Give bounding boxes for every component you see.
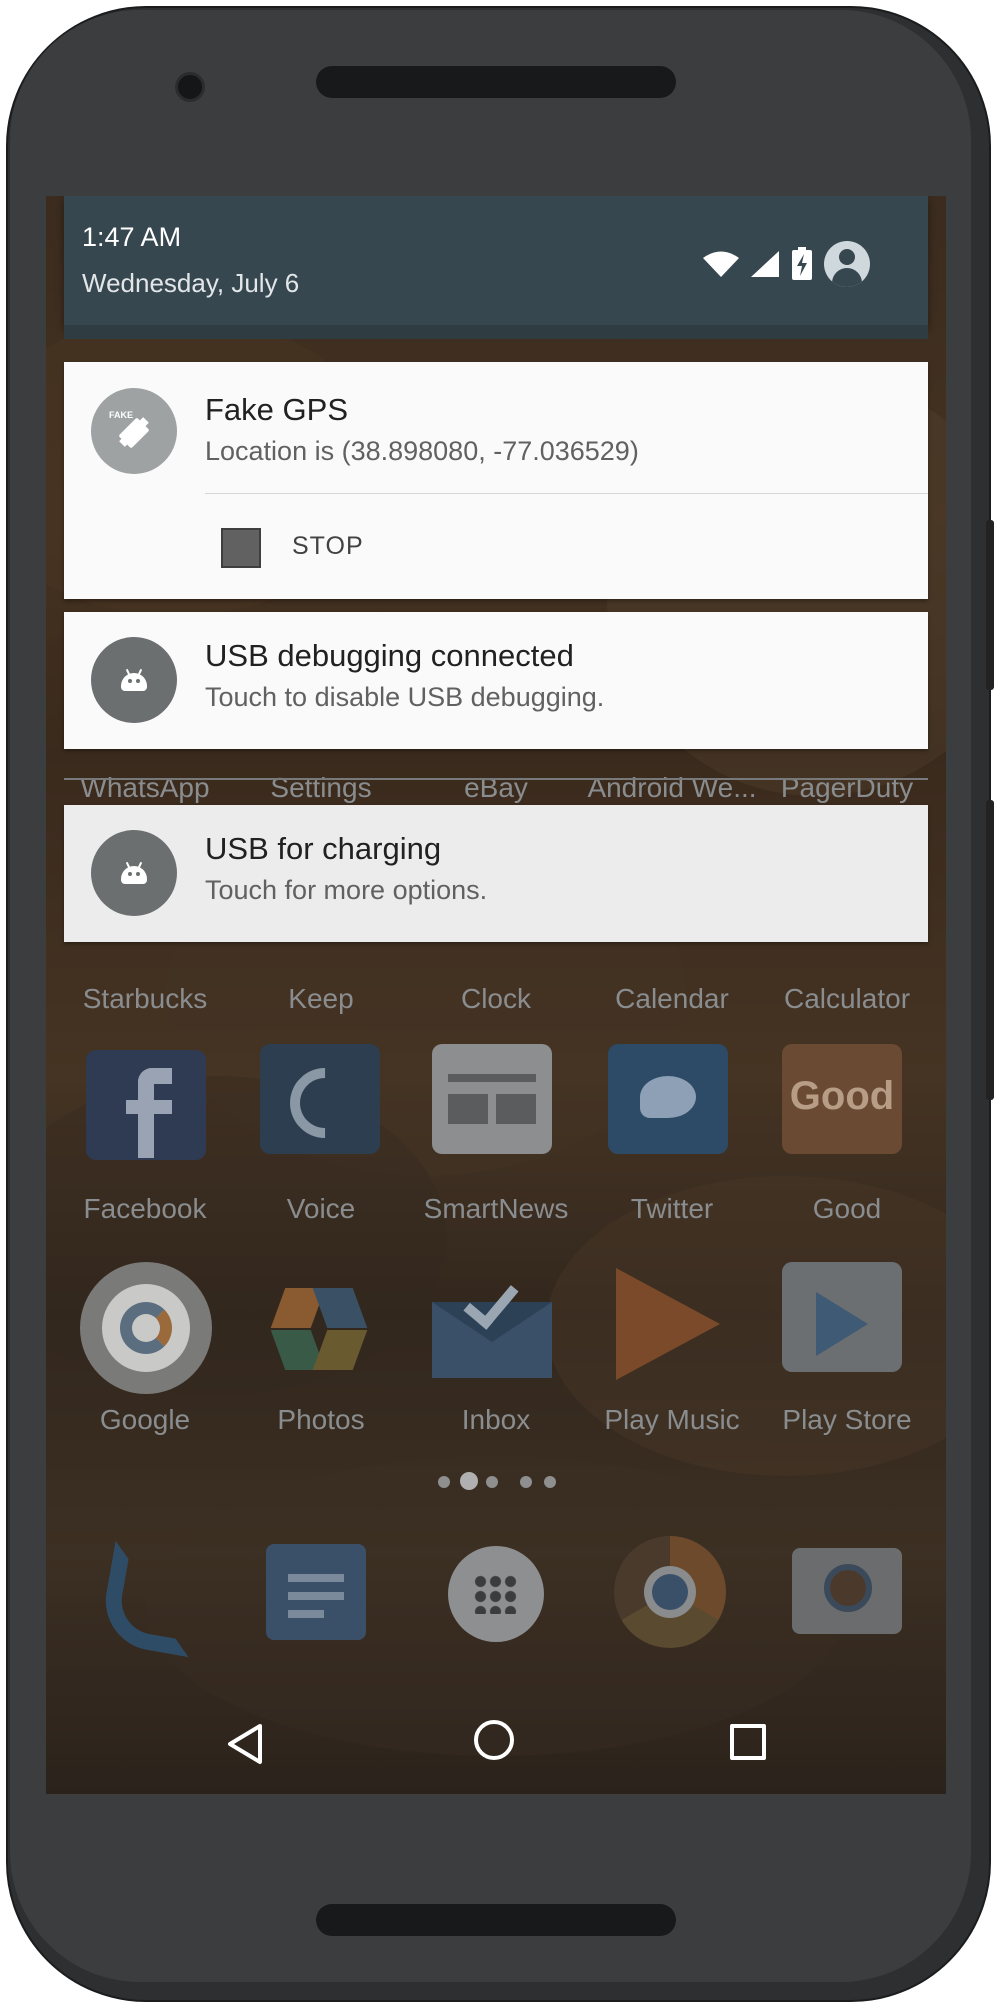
app-label[interactable]: Keep — [236, 983, 406, 1015]
app-label[interactable]: Play Store — [762, 1404, 932, 1436]
notification-text: Touch for more options. — [205, 875, 488, 905]
app-label[interactable]: SmartNews — [411, 1193, 581, 1225]
wifi-icon — [703, 251, 739, 277]
front-camera — [175, 72, 205, 102]
app-label[interactable]: Facebook — [60, 1193, 230, 1225]
notification-title: USB debugging connected — [205, 638, 574, 673]
app-label[interactable]: Android We... — [587, 772, 757, 804]
app-label[interactable]: WhatsApp — [60, 772, 230, 804]
page-dot — [438, 1476, 450, 1488]
signal-icon — [751, 251, 779, 277]
stop-icon — [221, 528, 261, 568]
clock-time: 1:47 AM — [82, 222, 182, 252]
status-icons — [702, 236, 870, 292]
app-label[interactable]: Photos — [236, 1404, 406, 1436]
battery-charging-icon — [792, 247, 812, 280]
recents-icon[interactable] — [730, 1724, 766, 1760]
page-dot — [486, 1476, 498, 1488]
smartnews-icon[interactable] — [432, 1044, 552, 1154]
page-dot-current — [460, 1472, 478, 1490]
app-drawer-icon[interactable] — [448, 1546, 544, 1642]
android-icon — [91, 830, 177, 916]
page-dot — [544, 1476, 556, 1488]
good-icon-text: Good — [789, 1074, 895, 1118]
google-icon[interactable] — [80, 1262, 212, 1394]
twitter-icon[interactable] — [608, 1044, 728, 1154]
camera-icon[interactable] — [792, 1548, 902, 1634]
play-store-icon[interactable] — [782, 1262, 902, 1372]
app-label[interactable]: Clock — [411, 983, 581, 1015]
notification-fake-gps[interactable]: FAKE Fake GPS Location is (38.898080, -7… — [64, 362, 928, 599]
power-button — [986, 520, 994, 690]
notification-text: Location is (38.898080, -77.036529) — [205, 436, 639, 466]
chrome-icon[interactable] — [614, 1536, 726, 1648]
home-icon[interactable] — [474, 1720, 514, 1760]
action-divider — [205, 493, 928, 494]
app-label[interactable]: PagerDuty — [762, 772, 932, 804]
app-label[interactable]: Voice — [236, 1193, 406, 1225]
app-label[interactable]: Settings — [236, 772, 406, 804]
app-label[interactable]: Starbucks — [60, 983, 230, 1015]
android-icon — [91, 637, 177, 723]
stop-action-button[interactable]: STOP — [214, 512, 394, 584]
app-label[interactable]: Twitter — [587, 1193, 757, 1225]
phone-icon[interactable] — [96, 1538, 207, 1658]
header-divider — [64, 325, 928, 339]
date-label[interactable]: Wednesday, July 6 — [82, 268, 299, 299]
top-speaker — [316, 66, 676, 98]
app-label[interactable]: Play Music — [587, 1404, 757, 1436]
notification-title: Fake GPS — [205, 392, 348, 427]
facebook-icon[interactable] — [86, 1050, 206, 1160]
row-divider — [64, 778, 928, 780]
bottom-speaker — [316, 1904, 676, 1936]
notification-text: Touch to disable USB debugging. — [205, 682, 605, 712]
app-label[interactable]: Inbox — [411, 1404, 581, 1436]
fake-badge: FAKE — [109, 410, 134, 420]
page-dot — [520, 1476, 532, 1488]
voice-icon[interactable] — [260, 1044, 380, 1154]
notification-title: USB for charging — [205, 831, 442, 866]
back-icon[interactable] — [224, 1722, 264, 1766]
notification-usb-charging[interactable]: USB for charging Touch for more options. — [64, 805, 928, 942]
play-music-icon[interactable] — [610, 1264, 730, 1380]
inbox-icon[interactable] — [432, 1262, 552, 1378]
app-label[interactable]: Good — [762, 1193, 932, 1225]
good-icon[interactable]: Good — [782, 1044, 902, 1154]
satellite-icon: FAKE — [91, 388, 177, 474]
app-label[interactable]: Calculator — [762, 983, 932, 1015]
app-label[interactable]: eBay — [411, 772, 581, 804]
volume-button — [986, 800, 994, 1100]
notification-usb-debugging[interactable]: USB debugging connected Touch to disable… — [64, 612, 928, 749]
app-label[interactable]: Google — [60, 1404, 230, 1436]
account-icon[interactable] — [824, 241, 870, 287]
messenger-icon[interactable] — [266, 1544, 366, 1640]
app-label[interactable]: Calendar — [587, 983, 757, 1015]
photos-icon[interactable] — [258, 1268, 378, 1378]
stop-label: STOP — [292, 532, 364, 560]
